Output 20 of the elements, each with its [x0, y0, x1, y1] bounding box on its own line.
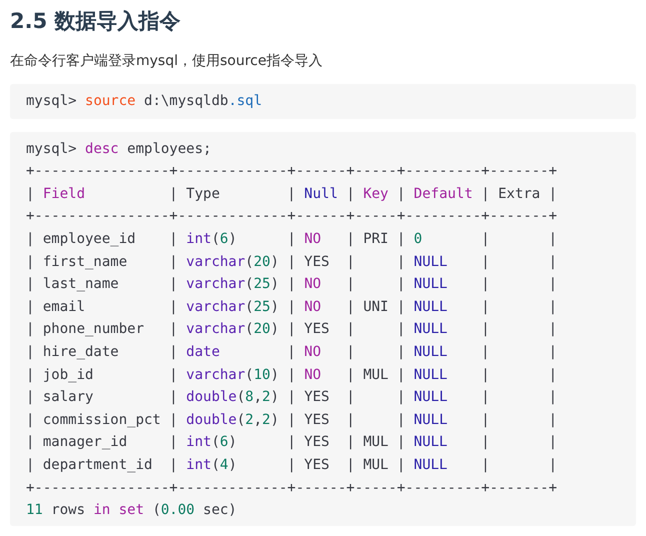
- code-line: | commission_pct | double(2,2) | YES | | NULL | |: [26, 410, 558, 430]
- code-line: +----------------+-------------+------+-----+---------+-------+: [26, 162, 558, 182]
- section-heading: 2.5 数据导入指令: [10, 8, 182, 35]
- code-line: | salary | double(8,2) | YES | | NULL | |: [26, 388, 558, 408]
- code-line: | Field | Type | Null | Key | Default | Extra |: [26, 184, 558, 204]
- code-line: | department_id | int(4) | YES | MUL | NULL | |: [26, 456, 558, 475]
- code-line: +----------------+-------------+------+-----+---------+-------+: [26, 478, 558, 498]
- intro-text: 在命令行客户端登录mysql，使用source指令导入: [10, 52, 324, 71]
- code-line: | email | varchar(25) | NO | UNI | NULL | |: [26, 298, 558, 317]
- code-line: mysql> source d:\mysqldb.sql: [26, 92, 264, 111]
- code-line: mysql> desc employees;: [26, 140, 212, 159]
- code-line: | first_name | varchar(20) | YES | | NULL | |: [26, 252, 558, 272]
- code-line: | last_name | varchar(25) | NO | | NULL | |: [26, 275, 558, 294]
- code-line: | phone_number | varchar(20) | YES | | NULL | |: [26, 320, 558, 340]
- code-line: +----------------+-------------+------+-----+---------+-------+: [26, 207, 558, 226]
- code-line: | employee_id | int(6) | NO | PRI | 0 | |: [26, 230, 558, 249]
- code-line: | hire_date | date | NO | | NULL | |: [26, 342, 558, 362]
- code-line: | job_id | varchar(10) | NO | MUL | NULL | |: [26, 366, 558, 385]
- code-line: | manager_id | int(6) | YES | MUL | NULL | |: [26, 433, 558, 452]
- code-line: 11 rows in set (0.00 sec): [26, 501, 238, 520]
